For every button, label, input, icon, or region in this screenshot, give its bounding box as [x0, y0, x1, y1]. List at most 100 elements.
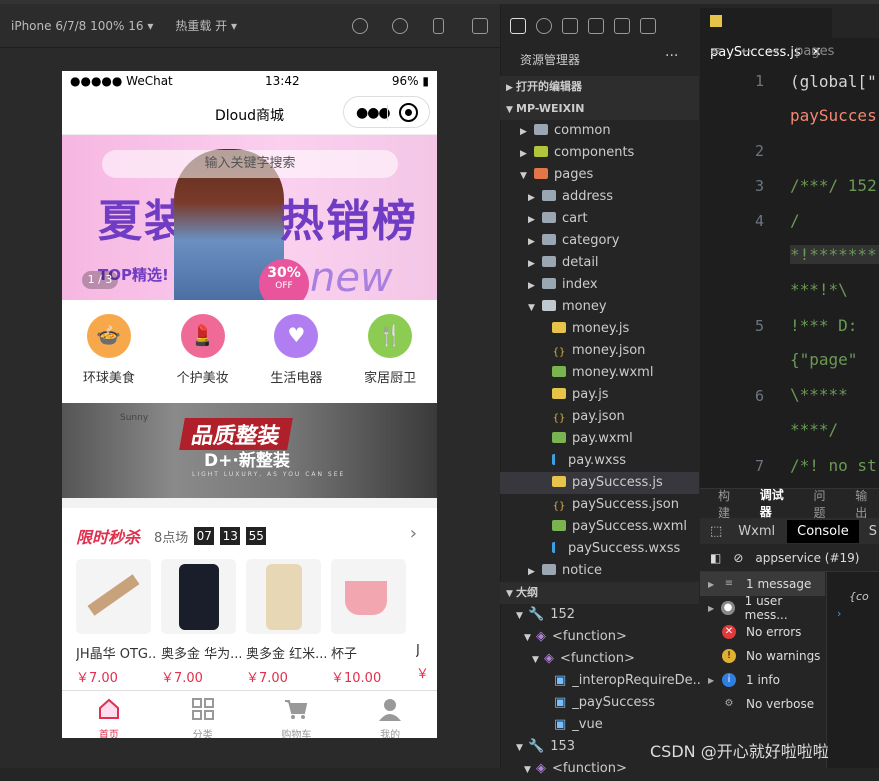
tab-console[interactable]: Console: [787, 519, 859, 543]
editor-tab[interactable]: paySuccess.js ✕: [700, 8, 832, 60]
project-section[interactable]: ▼ MP-WEIXIN: [500, 98, 699, 120]
open-editors-section[interactable]: ▶ 打开的编辑器: [500, 76, 699, 98]
countdown-minutes: 13: [220, 527, 241, 545]
category-item[interactable]: 🍲 环球美食: [62, 300, 156, 403]
tree-file[interactable]: money.wxml: [500, 362, 699, 384]
tab-debugger[interactable]: 调试器: [759, 486, 796, 521]
source-control-icon[interactable]: [562, 18, 578, 34]
outline-item[interactable]: ▣ _interopRequireDe...: [500, 670, 705, 692]
folder-icon: [542, 212, 556, 223]
outline-item[interactable]: ▼ ◈ <function>: [500, 648, 699, 670]
wxml-file-icon: [552, 432, 566, 443]
wxml-file-icon: [552, 520, 566, 531]
tab-category[interactable]: 分类: [156, 691, 250, 738]
tab-problems[interactable]: 问题: [813, 487, 837, 521]
goods-item[interactable]: JH晶华 OTG... ￥7.00: [76, 559, 161, 686]
category-item[interactable]: 💄 个护美妆: [156, 300, 250, 403]
more-actions-icon[interactable]: ···: [665, 48, 678, 64]
tree-file[interactable]: pay.wxml: [500, 428, 699, 450]
search-input[interactable]: 输入关键字搜索: [102, 150, 398, 178]
window-icon[interactable]: [472, 18, 488, 34]
tab-wxml[interactable]: Wxml: [738, 524, 775, 539]
folder-icon: [542, 234, 556, 245]
filter-warnings[interactable]: ! No warnings: [700, 644, 825, 668]
tree-file[interactable]: pay.wxss: [500, 450, 699, 472]
tree-file[interactable]: {} pay.json: [500, 406, 699, 428]
hot-reload-toggle[interactable]: 热重载 开 ▾: [175, 17, 237, 34]
tab-sources[interactable]: S: [869, 524, 877, 539]
goods-name: J: [416, 643, 420, 658]
outline-item[interactable]: ▣ _vue: [500, 714, 699, 736]
tree-folder[interactable]: ▼ pages: [500, 164, 699, 186]
outline-item[interactable]: ▼ 🔧 152: [500, 604, 699, 626]
console-output[interactable]: {co ›: [826, 572, 879, 768]
context-selector[interactable]: appservice (#19): [755, 551, 859, 565]
tree-file[interactable]: paySuccess.wxml: [500, 516, 699, 538]
close-mini-program-icon[interactable]: [399, 103, 418, 122]
phone-icon[interactable]: [433, 18, 444, 34]
tree-folder[interactable]: ▶ address: [500, 186, 699, 208]
info-icon: i: [722, 673, 736, 687]
tab-build[interactable]: 构建: [718, 487, 742, 521]
outline-section[interactable]: ▼ 大纲: [500, 582, 699, 604]
filter-info[interactable]: ▶ i 1 info: [700, 668, 825, 692]
filter-user-messages[interactable]: ▶ ● 1 user mess...: [700, 594, 825, 622]
files-icon[interactable]: [510, 18, 526, 34]
banner-right-text: 热销榜: [280, 196, 418, 247]
folder-icon: [542, 278, 556, 289]
goods-item[interactable]: 奥多金 红米... ￥7.00: [246, 559, 331, 686]
tree-folder[interactable]: ▶ common: [500, 120, 699, 142]
docker-icon[interactable]: [640, 18, 656, 34]
inspect-icon[interactable]: ⬚: [710, 524, 722, 539]
tree-folder[interactable]: ▶ components: [500, 142, 699, 164]
goods-item[interactable]: 奥多金 华为... ￥7.00: [161, 559, 246, 686]
tree-file[interactable]: paySuccess.wxss: [500, 538, 699, 560]
tab-mine[interactable]: 我的: [343, 691, 437, 738]
goods-image-cup: [331, 559, 406, 634]
explorer-title: 资源管理器: [520, 53, 581, 67]
more-icon[interactable]: ●●●: [356, 105, 391, 121]
tree-file-selected[interactable]: paySuccess.js: [500, 472, 699, 494]
category-item[interactable]: ♥ 生活电器: [250, 300, 344, 403]
tree-folder[interactable]: ▼ money: [500, 296, 699, 318]
outline-item[interactable]: ▣ _paySuccess: [500, 692, 699, 714]
tab-home[interactable]: 首页: [62, 691, 156, 738]
banner-swiper[interactable]: 夏装 热销榜 输入关键字搜索 TOP精选! 30% OFF new 1 / 3: [62, 135, 437, 300]
debug-panel-tabs: 构建 调试器 问题 输出: [700, 486, 879, 521]
debug-icon[interactable]: [614, 18, 630, 34]
tree-folder[interactable]: ▶ notice: [500, 560, 699, 582]
folder-icon: [542, 256, 556, 267]
cosmetics-icon: 💄: [180, 314, 225, 358]
outline-item[interactable]: ▼ ◈ <function>: [500, 626, 699, 648]
tree-file[interactable]: {} paySuccess.json: [500, 494, 699, 516]
tree-file[interactable]: {} money.json: [500, 340, 699, 362]
device-selector[interactable]: iPhone 6/7/8 100% 16 ▾: [11, 19, 153, 33]
tree-folder[interactable]: ▶ cart: [500, 208, 699, 230]
goods-item[interactable]: J ￥: [416, 559, 426, 686]
tree-file[interactable]: money.js: [500, 318, 699, 340]
extensions-icon[interactable]: [588, 18, 604, 34]
tab-output[interactable]: 输出: [855, 487, 879, 521]
chevron-right-icon[interactable]: ›: [410, 523, 417, 544]
tree-file[interactable]: pay.js: [500, 384, 699, 406]
refresh-icon[interactable]: [352, 18, 368, 34]
forward-icon[interactable]: →: [768, 44, 779, 59]
home-icon: [97, 697, 121, 721]
promo-ad[interactable]: Sunny 品质整装 D+·新整装 LIGHT LUXURY, AS YOU C…: [62, 403, 437, 498]
tree-folder[interactable]: ▶ detail: [500, 252, 699, 274]
clear-console-icon[interactable]: ⊘: [733, 551, 743, 565]
capsule-menu[interactable]: ●●●: [343, 96, 430, 128]
goods-item[interactable]: 杯子 ￥10.00: [331, 559, 416, 686]
search-icon[interactable]: [536, 18, 552, 34]
tab-cart[interactable]: 购物车: [250, 691, 344, 738]
category-item[interactable]: 🍴 家居厨卫: [343, 300, 437, 403]
filter-messages[interactable]: ▶ ≡ 1 message: [700, 572, 825, 596]
tab-label: 购物车: [281, 730, 312, 738]
filter-errors[interactable]: ✕ No errors: [700, 620, 825, 644]
tree-folder[interactable]: ▶ index: [500, 274, 699, 296]
back-icon[interactable]: ←: [741, 44, 752, 59]
sidebar-toggle-icon[interactable]: ◧: [710, 551, 721, 565]
stop-icon[interactable]: [392, 18, 408, 34]
tree-folder[interactable]: ▶ category: [500, 230, 699, 252]
filter-verbose[interactable]: ⚙ No verbose: [700, 692, 825, 716]
